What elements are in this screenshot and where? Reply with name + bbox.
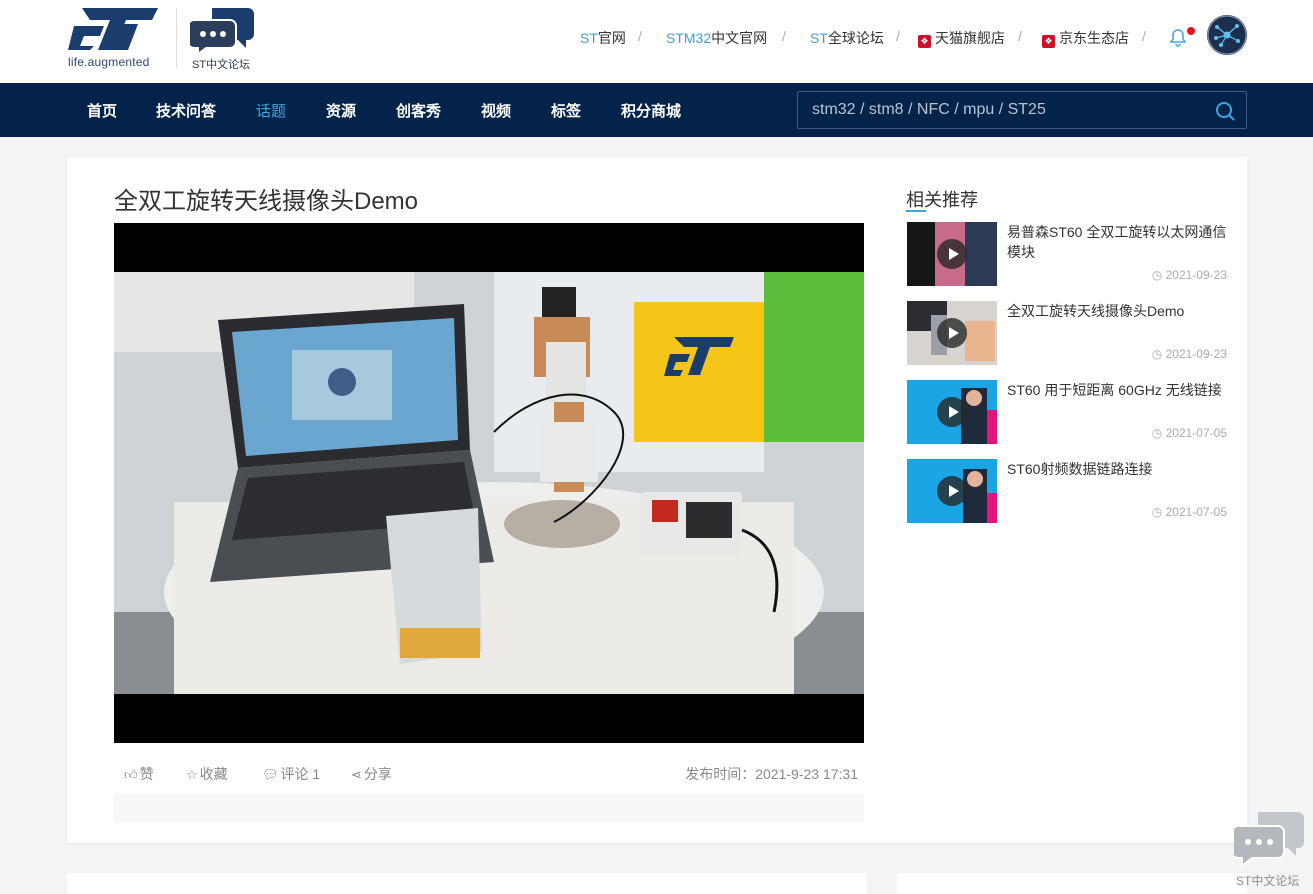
link-separator: / [782, 28, 786, 44]
bell-icon[interactable] [1168, 28, 1188, 48]
favorite-button[interactable]: ☆ 收藏 [186, 764, 228, 784]
comment-area [114, 794, 864, 822]
related-item-title: ST60 用于短距离 60GHz 无线链接 [1007, 382, 1222, 398]
main-nav: 首页 技术问答 话题 资源 创客秀 视频 标签 积分商城 [0, 83, 1313, 137]
nav-resources[interactable]: 资源 [326, 100, 356, 121]
st-logo[interactable]: life.augmented [68, 6, 160, 70]
related-thumbnail [907, 380, 997, 444]
network-avatar-icon [1207, 15, 1247, 55]
play-icon [937, 239, 967, 269]
nav-videos[interactable]: 视频 [481, 100, 511, 121]
link-separator: / [1018, 28, 1022, 44]
notification-dot [1187, 27, 1195, 35]
link-separator: / [896, 28, 900, 44]
post-actions: 👍︎ 赞 ☆ 收藏 💬︎ 评论 1 ⋖ 分享 发布时间：2021-9-23 17:31 [114, 764, 864, 784]
st-logo-icon [68, 8, 158, 50]
related-title-underline [906, 210, 926, 212]
tmall-icon: ❖ [918, 35, 931, 48]
clock-icon: ◷ [1151, 268, 1166, 282]
chat-bubbles-icon [187, 8, 254, 56]
floating-forum-button[interactable]: ST中文论坛 [1231, 810, 1306, 888]
play-icon [937, 397, 967, 427]
related-item-title: 易普森ST60 全双工旋转以太网通信模块 [1007, 224, 1227, 260]
share-button[interactable]: ⋖ 分享 [351, 764, 392, 784]
related-item-date: ◷ 2021-09-23 [1151, 268, 1227, 282]
nav-maker-show[interactable]: 创客秀 [396, 100, 441, 121]
related-thumbnail [907, 301, 997, 365]
play-icon [937, 318, 967, 348]
related-item[interactable]: 易普森ST60 全双工旋转以太网通信模块 ◷ 2021-09-23 [907, 222, 1227, 286]
thumb-up-icon: 👍︎ [124, 767, 138, 782]
clock-icon: ◷ [1151, 347, 1166, 361]
nav-home[interactable]: 首页 [87, 100, 117, 121]
clock-icon: ◷ [1151, 426, 1166, 440]
nav-tags[interactable]: 标签 [551, 100, 581, 121]
related-thumbnail [907, 222, 997, 286]
search-input[interactable] [812, 92, 1202, 128]
link-st-official[interactable]: ST官网 [580, 28, 626, 48]
related-item-date: ◷ 2021-09-23 [1151, 347, 1227, 361]
search-icon[interactable] [1214, 100, 1236, 122]
related-item-date: ◷ 2021-07-05 [1151, 426, 1227, 440]
video-player[interactable] [114, 223, 864, 743]
publish-time: 发布时间：2021-9-23 17:31 [685, 766, 858, 782]
comment-button[interactable]: 💬︎ 评论 1 [262, 764, 320, 784]
link-stm32-cn[interactable]: STM32中文官网 [666, 28, 767, 48]
floating-forum-label: ST中文论坛 [1236, 874, 1300, 888]
clock-icon: ◷ [1151, 505, 1166, 519]
link-separator: / [1142, 28, 1146, 44]
related-thumbnail [907, 459, 997, 523]
comments-card [67, 873, 867, 894]
logo-divider [176, 8, 177, 68]
link-global-forum[interactable]: ST全球论坛 [810, 28, 884, 48]
chat-bubbles-icon [1231, 812, 1304, 869]
post-title: 全双工旋转天线摄像头Demo [114, 188, 419, 215]
comment-icon: 💬︎ [262, 767, 279, 782]
nav-points-mall[interactable]: 积分商城 [621, 100, 681, 121]
sidebar-card [897, 873, 1247, 894]
forum-logo-label: ST中文论坛 [192, 59, 251, 71]
related-item-date: ◷ 2021-07-05 [1151, 505, 1227, 519]
related-item-title: ST60射频数据链路连接 [1007, 461, 1153, 477]
like-button[interactable]: 👍︎ 赞 [124, 764, 154, 784]
star-icon: ☆ [186, 767, 198, 782]
link-tmall-store[interactable]: ❖ 天猫旗舰店 [918, 28, 1005, 48]
forum-logo[interactable]: ST中文论坛 [187, 6, 254, 71]
related-item[interactable]: 全双工旋转天线摄像头Demo ◷ 2021-09-23 [907, 301, 1227, 365]
search-box [797, 91, 1247, 129]
nav-tech-qa[interactable]: 技术问答 [156, 100, 216, 121]
nav-topics[interactable]: 话题 [256, 100, 286, 121]
related-item[interactable]: ST60 用于短距离 60GHz 无线链接 ◷ 2021-07-05 [907, 380, 1227, 444]
link-separator: / [638, 28, 642, 44]
share-icon: ⋖ [351, 767, 362, 782]
related-item-title: 全双工旋转天线摄像头Demo [1007, 303, 1185, 319]
video-frame [114, 272, 864, 694]
jd-icon: ❖ [1042, 35, 1055, 48]
related-item[interactable]: ST60射频数据链路连接 ◷ 2021-07-05 [907, 459, 1227, 523]
play-icon [937, 476, 967, 506]
related-title: 相关推荐 [906, 190, 978, 210]
user-avatar[interactable] [1207, 15, 1247, 55]
link-jd-store[interactable]: ❖ 京东生态店 [1042, 28, 1129, 48]
logo-tagline: life.augmented [68, 55, 150, 69]
top-header: life.augmented ST中文论坛 ST官网 / STM32中文官网 /… [0, 0, 1313, 83]
